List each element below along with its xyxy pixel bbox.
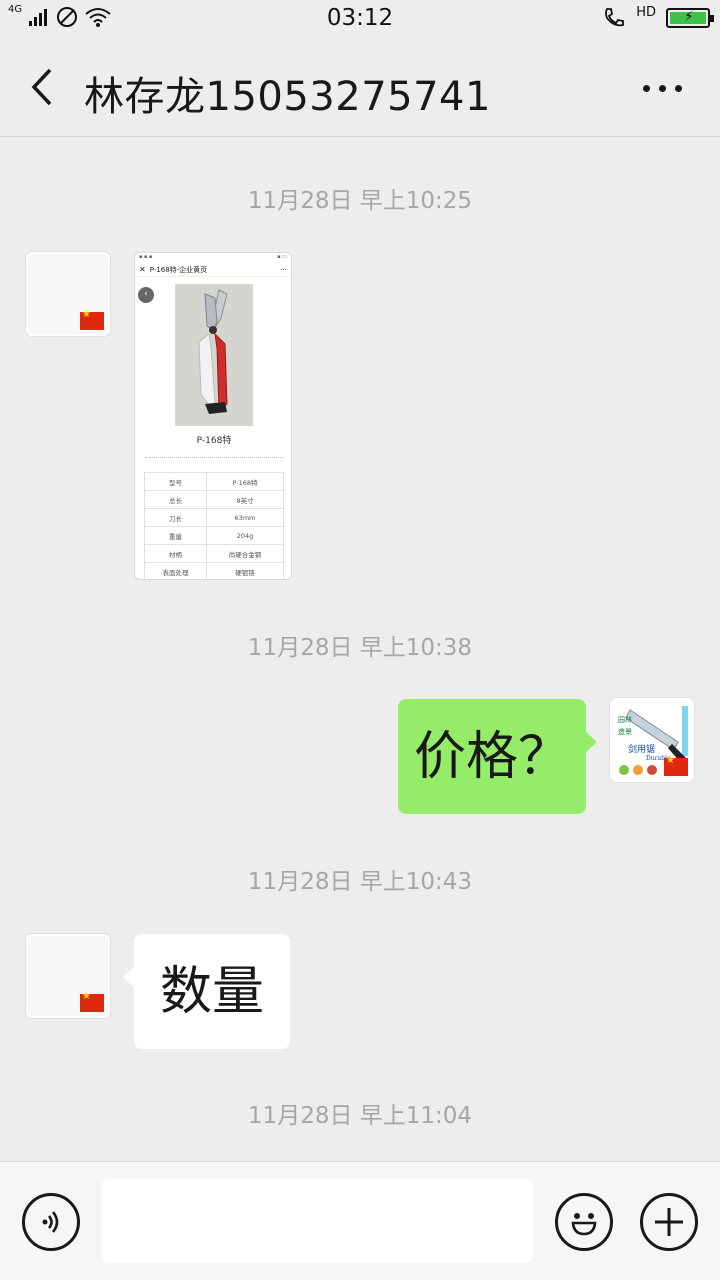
status-icons-right: HD ⚡	[602, 4, 714, 30]
plus-icon	[655, 1208, 683, 1236]
contact-avatar[interactable]	[26, 252, 110, 336]
input-bar	[0, 1161, 720, 1280]
table-row: 材柄 尚硬合金钢	[143, 544, 284, 563]
outgoing-message-bubble[interactable]: 价格？	[398, 699, 597, 814]
chat-header: 林存龙15053275741	[0, 40, 720, 137]
china-flag-icon	[80, 309, 104, 330]
pruning-shears-photo	[175, 284, 253, 426]
svg-text:园林: 园林	[618, 715, 632, 724]
svg-text:剑用锯: 剑用锯	[628, 743, 655, 755]
table-row: 重量 204g	[143, 526, 284, 545]
chevron-left-icon	[31, 68, 52, 106]
table-row: 总长 8英寸	[143, 490, 284, 509]
emoji-icon	[571, 1213, 597, 1236]
emoji-button[interactable]	[555, 1193, 613, 1251]
divider	[145, 457, 283, 458]
product-caption: P-168特	[196, 436, 232, 446]
more-dot-icon	[658, 84, 666, 92]
message-input[interactable]	[102, 1179, 533, 1263]
incoming-message-bubble[interactable]: 数量	[123, 934, 290, 1049]
chat-title: 林存龙15053275741	[84, 74, 491, 120]
timestamp: 11月28日 早上10:25	[247, 188, 473, 214]
china-flag-icon	[664, 755, 688, 776]
svg-text:造景: 造景	[618, 727, 632, 736]
table-row: 型号 P-168特	[143, 472, 284, 491]
image-message[interactable]: ▪ ▪ ▪ ▪ ▭ ✕ P-168特-企业黄页 ··· ‹ P-168特 型号 P-…	[134, 252, 292, 580]
call-hd-icon	[605, 8, 625, 27]
table-row: 刀长 63mm	[143, 508, 284, 527]
voice-icon	[42, 1211, 59, 1233]
back-button[interactable]	[24, 62, 64, 112]
my-avatar[interactable]: 园林 造景 剑用锯 Durable	[610, 698, 694, 782]
china-flag-icon	[80, 991, 104, 1012]
spec-table: 型号 P-168特 总长 8英寸 刀长 63mm 重量 204g 材柄 尚硬合金钢 表面处…	[143, 472, 284, 579]
table-row: 表面处理 硬镀铬	[143, 562, 284, 579]
contact-avatar[interactable]	[26, 934, 110, 1018]
close-icon: ✕	[139, 265, 146, 274]
thumb-back-icon: ‹	[138, 287, 154, 303]
timestamp: 11月28日 早上11:04	[247, 1103, 473, 1129]
timestamp: 11月28日 早上10:43	[247, 869, 473, 895]
voice-button[interactable]	[22, 1193, 80, 1251]
plus-button[interactable]	[640, 1193, 698, 1251]
more-icon: ···	[280, 265, 287, 274]
thumb-status-bar: ▪ ▪ ▪ ▪ ▭	[139, 254, 287, 260]
hd-label: HD	[636, 4, 656, 20]
status-bar: 4G 03:12 HD ⚡	[0, 0, 720, 40]
more-options-button[interactable]	[640, 76, 684, 100]
more-dot-icon	[642, 84, 650, 92]
battery-icon: ⚡	[666, 8, 714, 28]
thumb-title: P-168特-企业黄页	[149, 265, 208, 274]
more-dot-icon	[674, 84, 682, 92]
timestamp: 11月28日 早上10:38	[247, 635, 473, 661]
thumb-title-bar: ✕ P-168特-企业黄页 ···	[135, 263, 291, 277]
